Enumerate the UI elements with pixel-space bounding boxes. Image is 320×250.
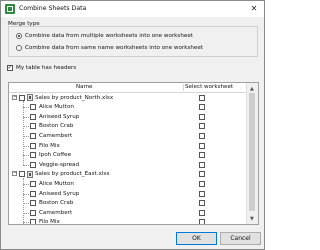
tree-line bbox=[23, 177, 24, 224]
sheet-row[interactable]: Boston Crab bbox=[9, 122, 247, 131]
file-checkbox[interactable] bbox=[19, 171, 25, 178]
radio-option-multiple[interactable]: Combine data from multiple worksheets in… bbox=[16, 32, 193, 40]
tree-header: Name Select worksheet bbox=[9, 83, 247, 93]
scroll-down-arrow-icon[interactable]: ▼ bbox=[250, 216, 254, 222]
file-row[interactable]: − Sales by product_North.xlsx bbox=[9, 93, 247, 102]
select-worksheet-checkbox[interactable] bbox=[199, 161, 205, 168]
sheet-name: Alice Mutton bbox=[39, 180, 74, 187]
sheet-name: Boston Crab bbox=[39, 123, 74, 130]
excel-icon bbox=[5, 4, 15, 14]
workbook-icon bbox=[27, 94, 33, 101]
resize-grip-icon[interactable]: ⋰ bbox=[257, 241, 262, 247]
close-button[interactable]: ✕ bbox=[247, 2, 261, 16]
sheet-row[interactable]: Ipoh Coffee bbox=[9, 151, 247, 160]
sheet-checkbox[interactable] bbox=[30, 161, 36, 168]
radio-multiple[interactable] bbox=[16, 33, 22, 39]
ok-button[interactable]: OK bbox=[176, 232, 217, 245]
radio-option-same-name[interactable]: Combine data from same name worksheets i… bbox=[16, 44, 203, 52]
collapse-icon[interactable]: − bbox=[12, 171, 17, 177]
sheet-name: Camembert bbox=[39, 132, 73, 139]
select-worksheet-checkbox[interactable] bbox=[199, 209, 205, 216]
radio-multiple-label: Combine data from multiple worksheets in… bbox=[25, 33, 193, 39]
tree-line bbox=[23, 101, 24, 165]
column-separator bbox=[183, 84, 184, 91]
sheet-checkbox[interactable] bbox=[30, 142, 36, 149]
select-worksheet-checkbox[interactable] bbox=[199, 104, 205, 111]
dialog-window: Combine Sheets Data ✕ Merge type Combine… bbox=[0, 0, 265, 250]
file-name: Sales by product_North.xlsx bbox=[35, 94, 114, 101]
sheet-row[interactable]: Boston Crab bbox=[9, 199, 247, 208]
sheet-checkbox[interactable] bbox=[30, 219, 36, 224]
sheet-row[interactable]: Filo Mix bbox=[9, 141, 247, 150]
sheet-name: Aniseed Syrup bbox=[39, 190, 80, 197]
headers-checkbox-row[interactable]: My table has headers bbox=[7, 64, 77, 71]
select-worksheet-checkbox[interactable] bbox=[199, 123, 205, 130]
select-worksheet-checkbox[interactable] bbox=[199, 113, 205, 120]
column-header-name[interactable]: Name bbox=[76, 84, 93, 90]
radio-same-name[interactable] bbox=[16, 45, 22, 51]
headers-checkbox[interactable] bbox=[7, 64, 13, 71]
sheet-checkbox[interactable] bbox=[30, 200, 36, 207]
tree-connector bbox=[23, 164, 29, 166]
sheet-row[interactable]: Veggie-spread bbox=[9, 160, 247, 169]
sheet-checkbox[interactable] bbox=[30, 104, 36, 111]
worksheet-tree[interactable]: Name Select worksheet − Sales by product_… bbox=[8, 82, 259, 225]
select-worksheet-checkbox[interactable] bbox=[199, 180, 205, 187]
sheet-name: Alice Mutton bbox=[39, 104, 74, 111]
title-bar: Combine Sheets Data ✕ bbox=[1, 1, 264, 17]
select-worksheet-checkbox[interactable] bbox=[199, 171, 205, 178]
window-title: Combine Sheets Data bbox=[19, 5, 87, 12]
sheet-name: Veggie-spread bbox=[39, 161, 80, 168]
sheet-name: Filo Mix bbox=[39, 142, 60, 149]
sheet-row[interactable]: Aniseed Syrup bbox=[9, 112, 247, 121]
select-worksheet-checkbox[interactable] bbox=[199, 142, 205, 149]
sheet-row[interactable]: Alice Mutton bbox=[9, 179, 247, 188]
sheet-checkbox[interactable] bbox=[30, 209, 36, 216]
sheet-row[interactable]: Camembert bbox=[9, 208, 247, 217]
vertical-scrollbar[interactable]: ▲ ▼ bbox=[246, 83, 258, 224]
select-worksheet-checkbox[interactable] bbox=[199, 200, 205, 207]
sheet-checkbox[interactable] bbox=[30, 113, 36, 120]
select-worksheet-checkbox[interactable] bbox=[199, 94, 205, 101]
cancel-button[interactable]: Cancel bbox=[220, 232, 261, 245]
sheet-name: Camembert bbox=[39, 209, 73, 216]
sheet-name: Filo Mix bbox=[39, 219, 60, 225]
file-checkbox[interactable] bbox=[19, 94, 25, 101]
sheet-checkbox[interactable] bbox=[30, 190, 36, 197]
scroll-thumb[interactable] bbox=[249, 93, 255, 211]
sheet-checkbox[interactable] bbox=[30, 180, 36, 187]
scroll-up-arrow-icon[interactable]: ▲ bbox=[250, 86, 254, 92]
file-row[interactable]: − Sales by product_East.xlsx bbox=[9, 170, 247, 179]
collapse-icon[interactable]: − bbox=[12, 94, 17, 100]
sheet-checkbox[interactable] bbox=[30, 123, 36, 130]
sheet-row[interactable]: Alice Mutton bbox=[9, 103, 247, 112]
select-worksheet-checkbox[interactable] bbox=[199, 219, 205, 224]
radio-same-name-label: Combine data from same name worksheets i… bbox=[25, 45, 203, 51]
column-header-select[interactable]: Select worksheet bbox=[185, 84, 233, 90]
sheet-name: Aniseed Syrup bbox=[39, 113, 80, 120]
file-name: Sales by product_East.xlsx bbox=[35, 171, 110, 178]
select-worksheet-checkbox[interactable] bbox=[199, 132, 205, 139]
sheet-checkbox[interactable] bbox=[30, 152, 36, 159]
sheet-row[interactable]: Aniseed Syrup bbox=[9, 189, 247, 198]
select-worksheet-checkbox[interactable] bbox=[199, 190, 205, 197]
workbook-icon bbox=[27, 170, 33, 178]
merge-type-group: Combine data from multiple worksheets in… bbox=[8, 26, 258, 57]
sheet-row[interactable]: Camembert bbox=[9, 131, 247, 140]
select-worksheet-checkbox[interactable] bbox=[199, 152, 205, 159]
sheet-name: Ipoh Coffee bbox=[39, 152, 72, 159]
sheet-name: Boston Crab bbox=[39, 200, 74, 207]
headers-checkbox-label: My table has headers bbox=[16, 65, 77, 71]
sheet-checkbox[interactable] bbox=[30, 132, 36, 139]
sheet-row[interactable]: Filo Mix bbox=[9, 218, 247, 225]
